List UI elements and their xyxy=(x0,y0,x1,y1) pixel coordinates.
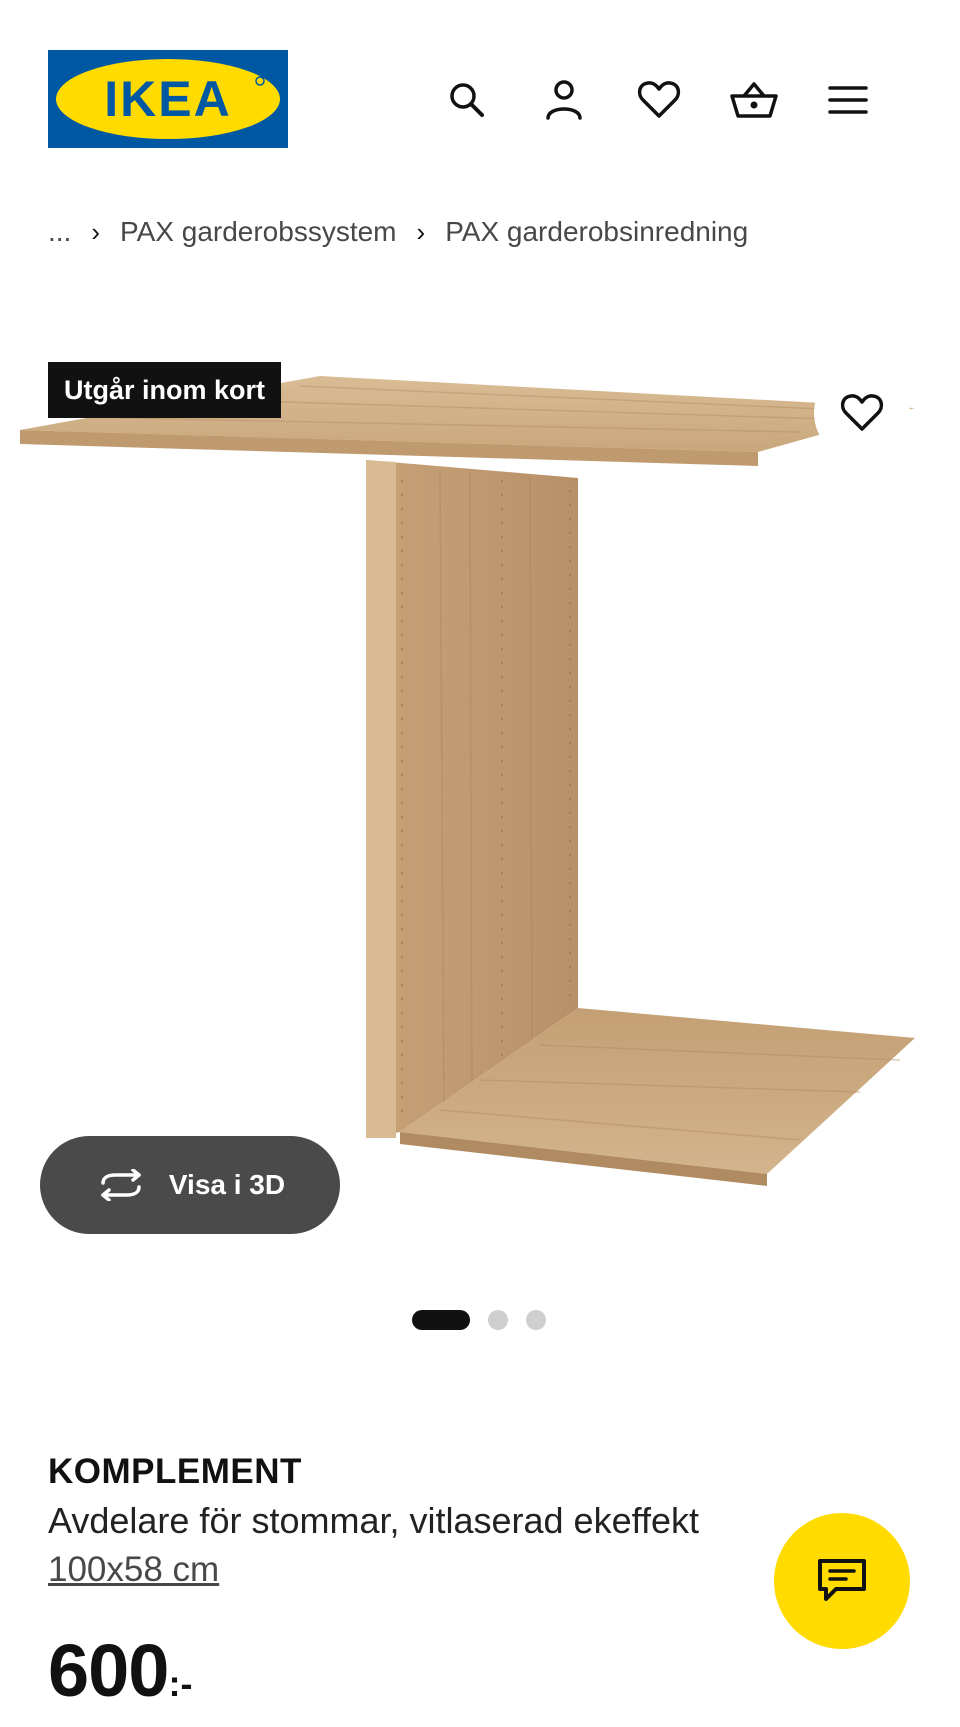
carousel-dot-active[interactable] xyxy=(412,1310,470,1330)
product-name: KOMPLEMENT xyxy=(48,1452,302,1491)
breadcrumb: ... › PAX garderobssystem › PAX garderob… xyxy=(48,212,748,252)
carousel-indicator xyxy=(412,1310,546,1330)
ikea-logo[interactable]: IKEA xyxy=(48,50,288,148)
basket-button[interactable] xyxy=(728,74,780,126)
breadcrumb-separator: › xyxy=(416,216,426,247)
carousel-dot[interactable] xyxy=(488,1310,508,1330)
view-in-3d-button[interactable]: Visa i 3D xyxy=(40,1136,340,1234)
product-size-link[interactable]: 100x58 cm xyxy=(48,1550,219,1590)
view-in-3d-label: Visa i 3D xyxy=(168,1169,286,1200)
breadcrumb-separator: › xyxy=(91,216,101,247)
menu-icon xyxy=(828,86,868,114)
heart-icon xyxy=(840,394,884,431)
price-amount: 600 xyxy=(48,1629,169,1712)
breadcrumb-item-pax-garderobsinredning[interactable]: PAX garderobsinredning xyxy=(445,216,748,248)
add-to-favourites-button[interactable] xyxy=(814,365,910,461)
breadcrumb-ellipsis[interactable]: ... xyxy=(48,216,71,248)
price-suffix: :- xyxy=(168,1663,193,1704)
product-image-gallery[interactable] xyxy=(0,300,960,1280)
profile-button[interactable] xyxy=(538,74,590,126)
rotate-3d-icon xyxy=(101,1169,141,1201)
discontinued-badge: Utgår inom kort xyxy=(48,362,282,418)
breadcrumb-item-pax-garderobssystem[interactable]: PAX garderobssystem xyxy=(120,216,397,248)
ikea-logo-graphic: IKEA xyxy=(48,50,288,148)
svg-text:IKEA: IKEA xyxy=(104,71,231,127)
chat-icon xyxy=(818,1559,866,1601)
search-icon xyxy=(450,83,484,117)
carousel-dot[interactable] xyxy=(526,1310,546,1330)
menu-button[interactable] xyxy=(822,74,874,126)
favourites-button[interactable] xyxy=(633,74,685,126)
chat-button[interactable] xyxy=(774,1513,910,1649)
basket-icon xyxy=(730,82,778,118)
product-description: Avdelare för stommar, vitlaserad ekeffek… xyxy=(48,1500,699,1541)
heart-icon xyxy=(637,81,681,118)
product-image xyxy=(20,376,915,1186)
profile-icon xyxy=(546,80,582,120)
search-button[interactable] xyxy=(441,74,493,126)
product-price: 600 :- xyxy=(48,1628,192,1713)
